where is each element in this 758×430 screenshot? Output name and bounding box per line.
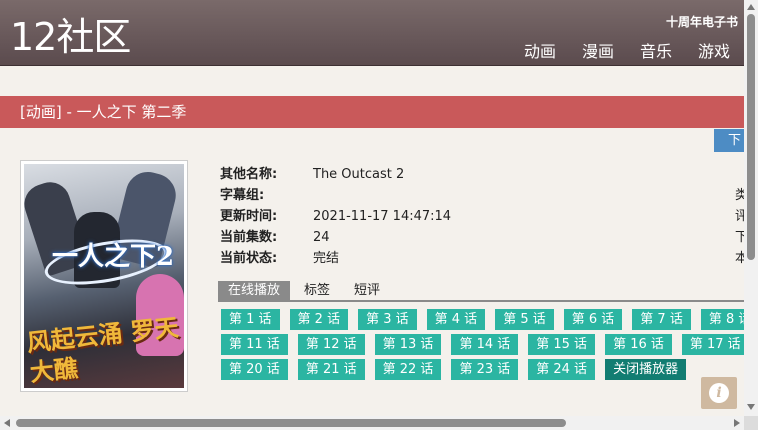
episode-button[interactable]: 第 7 话 [632,309,691,330]
tab-short-reviews[interactable]: 短评 [344,281,390,300]
episode-button[interactable]: 第 16 话 [605,334,672,355]
episode-button[interactable]: 第 21 话 [297,359,365,380]
episode-button[interactable]: 第 4 话 [426,309,486,330]
episode-list: 第 1 话 第 2 话 第 3 话 第 4 话 第 5 话 第 6 话 第 7 … [221,309,744,384]
vertical-scroll-thumb[interactable] [747,14,755,260]
info-value: The Outcast 2 [313,167,405,182]
info-row: 更新时间: 2021-11-17 14:47:14 [220,206,451,227]
nav-manga[interactable]: 漫画 [582,38,614,62]
episode-button[interactable]: 第 13 话 [374,334,442,355]
content-tabs: 在线播放 标签 短评 [218,281,744,302]
site-logo[interactable]: 12社区 [10,14,131,60]
horizontal-scroll-thumb[interactable] [16,419,566,427]
info-label: 当前集数: [220,230,278,245]
episode-button[interactable]: 第 3 话 [358,309,417,330]
info-icon: i [709,383,729,403]
episode-button[interactable]: 第 6 话 [563,309,623,330]
episode-button[interactable]: 第 14 话 [451,334,519,355]
episode-button[interactable]: 第 12 话 [297,334,365,355]
episode-button[interactable]: 第 23 话 [451,359,519,380]
episode-button[interactable]: 第 5 话 [495,309,554,330]
vertical-scrollbar[interactable] [744,0,758,416]
cover-image: 一人之下2 风起云涌 罗天大醮 [20,160,188,392]
site-header: 12社区 十周年电子书 动画 漫画 音乐 游戏 [0,0,744,66]
episode-button[interactable]: 第 1 话 [221,309,280,330]
info-value: 24 [313,230,330,245]
cover-slogan: 风起云涌 罗天大醮 [25,312,180,387]
info-button[interactable]: i [701,377,737,409]
episode-button[interactable]: 第 20 话 [221,359,288,380]
episode-button[interactable]: 第 8 话 [700,309,744,330]
download-button[interactable]: 下 [714,129,744,152]
episode-button[interactable]: 第 15 话 [528,334,596,355]
cover-logo-text: 一人之下2 [52,242,175,272]
scroll-up-icon[interactable] [747,4,755,10]
info-label: 其他名称: [220,167,278,182]
info-label: 当前状态: [220,251,278,266]
episode-button[interactable]: 第 2 话 [289,309,349,330]
anime-info: 其他名称: The Outcast 2 字幕组: 更新时间: 2021-11-1… [220,164,451,269]
episode-row: 第 1 话 第 2 话 第 3 话 第 4 话 第 5 话 第 6 话 第 7 … [221,309,744,334]
main-nav: 动画 漫画 音乐 游戏 [524,38,730,62]
cover-art: 一人之下2 风起云涌 罗天大醮 [24,164,184,388]
info-row: 其他名称: The Outcast 2 [220,164,451,185]
info-value: 完结 [313,251,340,266]
episode-button[interactable]: 第 11 话 [221,334,288,355]
page-title: [动画] - 一人之下 第二季 [0,96,744,128]
scrollbar-corner [744,416,758,430]
info-label: 字幕组: [220,188,265,203]
info-row: 当前状态: 完结 [220,248,451,269]
close-player-button[interactable]: 关闭播放器 [605,359,687,380]
episode-button[interactable]: 第 22 话 [374,359,442,380]
episode-button[interactable]: 第 24 话 [528,359,596,380]
nav-anime[interactable]: 动画 [524,38,556,62]
anniversary-ebook-link[interactable]: 十周年电子书 [666,13,738,30]
tab-tags[interactable]: 标签 [294,281,340,300]
info-value: 2021-11-17 14:47:14 [313,209,452,224]
scroll-left-icon[interactable] [4,419,10,427]
episode-button[interactable]: 第 17 话 [681,334,744,355]
tab-online-play[interactable]: 在线播放 [218,281,291,300]
scroll-down-icon[interactable] [747,404,755,410]
episode-row: 第 20 话 第 21 话 第 22 话 第 23 话 第 24 话 关闭播放器 [221,359,744,384]
episode-row: 第 11 话 第 12 话 第 13 话 第 14 话 第 15 话 第 16 … [221,334,744,359]
info-row: 当前集数: 24 [220,227,451,248]
nav-games[interactable]: 游戏 [698,38,730,62]
scroll-right-icon[interactable] [734,419,740,427]
nav-music[interactable]: 音乐 [640,38,672,62]
info-row: 字幕组: [220,185,451,206]
info-label: 更新时间: [220,209,278,224]
horizontal-scrollbar[interactable] [0,416,744,430]
